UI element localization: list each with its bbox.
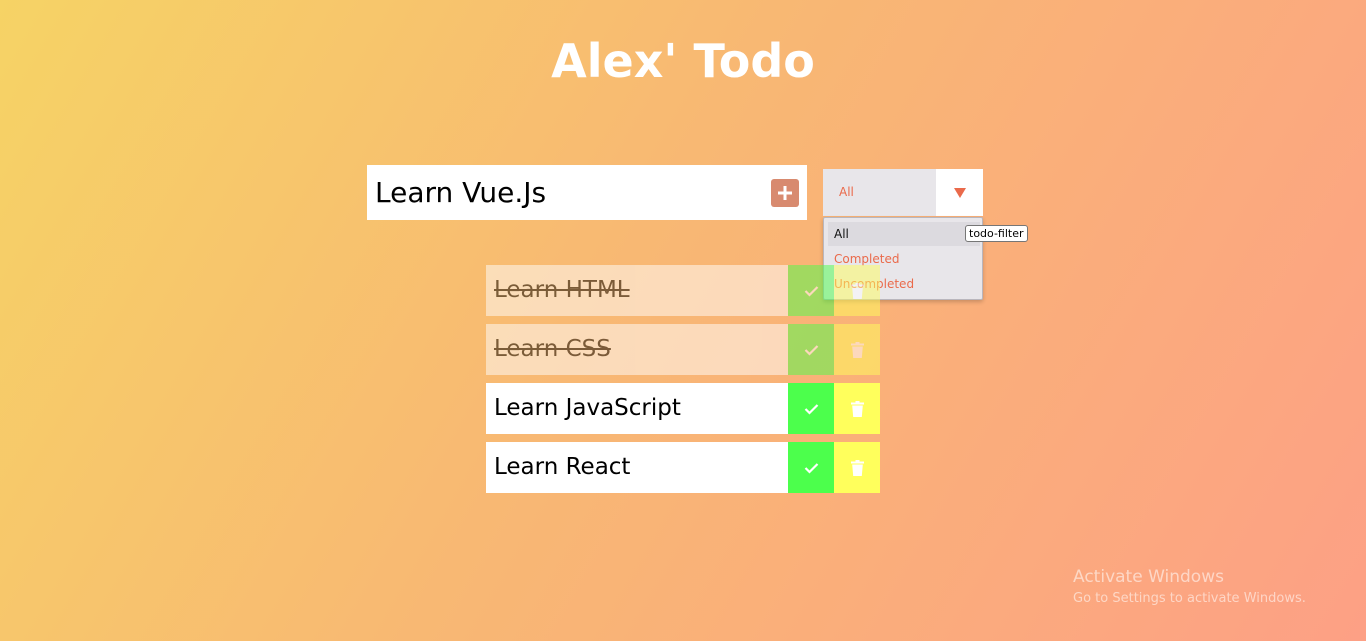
delete-button[interactable] [834, 383, 880, 434]
filter-option-all[interactable]: All [828, 222, 980, 246]
check-icon [804, 285, 818, 297]
todo-text: Learn React [486, 442, 788, 493]
complete-button[interactable] [788, 265, 834, 316]
todo-item: Learn CSS [486, 324, 880, 375]
complete-button[interactable] [788, 324, 834, 375]
todo-text: Learn CSS [486, 324, 788, 375]
todo-item: Learn HTML [486, 265, 880, 316]
complete-button[interactable] [788, 442, 834, 493]
trash-icon [850, 459, 864, 476]
todo-form [367, 165, 807, 220]
filter-tooltip: todo-filter [965, 225, 1028, 242]
watermark-title: Activate Windows [1073, 567, 1224, 587]
filter-selected-value: All [839, 185, 854, 199]
todo-input[interactable] [367, 165, 762, 220]
complete-button[interactable] [788, 383, 834, 434]
todo-item: Learn JavaScript [486, 383, 880, 434]
add-todo-button[interactable] [771, 179, 799, 207]
todo-text: Learn JavaScript [486, 383, 788, 434]
trash-icon [850, 282, 864, 299]
delete-button[interactable] [834, 265, 880, 316]
check-icon [804, 462, 818, 474]
watermark-subtitle: Go to Settings to activate Windows. [1073, 591, 1306, 606]
trash-icon [850, 400, 864, 417]
delete-button[interactable] [834, 442, 880, 493]
caret-down-icon [953, 187, 966, 198]
check-icon [804, 344, 818, 356]
delete-button[interactable] [834, 324, 880, 375]
trash-icon [850, 341, 864, 358]
filter-dropdown-toggle[interactable] [936, 169, 983, 216]
windows-activation-watermark: Activate Windows Go to Settings to activ… [1073, 567, 1306, 606]
todo-text: Learn HTML [486, 265, 788, 316]
todo-item: Learn React [486, 442, 880, 493]
check-icon [804, 403, 818, 415]
todo-filter-select[interactable]: All [823, 169, 983, 216]
page-title: Alex' Todo [551, 34, 815, 88]
plus-icon [778, 186, 792, 200]
todo-list: Learn HTML Learn CSS Learn JavaScript Le… [486, 265, 880, 501]
